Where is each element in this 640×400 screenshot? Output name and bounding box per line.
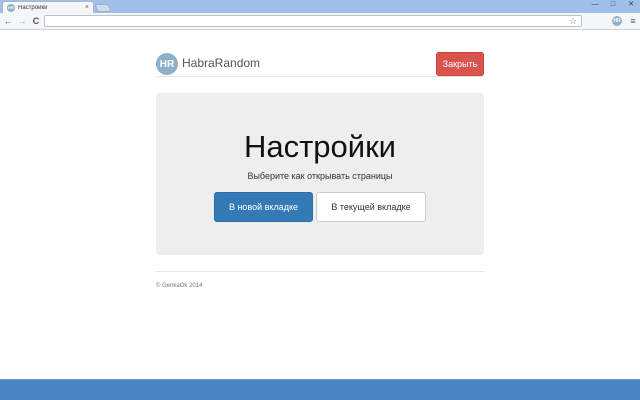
- page-footer: © GenkaOk 2014: [156, 271, 484, 289]
- tab-settings[interactable]: HR Настройки ×: [2, 1, 94, 13]
- habrarandom-favicon-icon: HR: [7, 3, 15, 12]
- browser-titlebar: HR Настройки × — □ ✕: [0, 0, 640, 13]
- browser-toolbar: ← → C ☆ HR ≡: [0, 13, 640, 30]
- tab-title: Настройки: [18, 4, 48, 11]
- page-content: HR HabraRandom Закрыть Настройки Выберит…: [0, 31, 640, 379]
- forward-arrow-icon[interactable]: →: [16, 15, 28, 27]
- tab-close-icon[interactable]: ×: [85, 3, 89, 12]
- page-header: HR HabraRandom Закрыть: [156, 41, 484, 77]
- page-title: Настройки: [243, 129, 396, 164]
- copyright-text: © GenkaOk 2014: [156, 283, 203, 289]
- taskbar: [0, 379, 640, 400]
- window-controls: — □ ✕: [590, 0, 636, 10]
- open-in-new-tab-button[interactable]: В новой вкладке: [214, 192, 313, 222]
- back-arrow-icon[interactable]: ←: [2, 15, 14, 27]
- address-bar[interactable]: ☆: [44, 15, 582, 27]
- maximize-icon[interactable]: □: [608, 1, 618, 9]
- close-button[interactable]: Закрыть: [436, 52, 484, 76]
- bookmark-star-icon[interactable]: ☆: [569, 15, 577, 27]
- minimize-icon[interactable]: —: [590, 1, 600, 9]
- settings-description: Выберите как открывать страницы: [247, 171, 393, 181]
- habrarandom-extension-icon[interactable]: HR: [612, 16, 622, 26]
- open-in-current-tab-button[interactable]: В текущей вкладке: [316, 192, 426, 222]
- settings-panel: Настройки Выберите как открывать страниц…: [156, 93, 484, 255]
- logo: HR: [156, 53, 178, 75]
- brand-name: HabraRandom: [182, 56, 261, 70]
- reload-icon[interactable]: C: [30, 15, 42, 27]
- new-tab-button[interactable]: [94, 4, 112, 12]
- menu-icon[interactable]: ≡: [628, 15, 638, 27]
- window-close-icon[interactable]: ✕: [626, 1, 636, 9]
